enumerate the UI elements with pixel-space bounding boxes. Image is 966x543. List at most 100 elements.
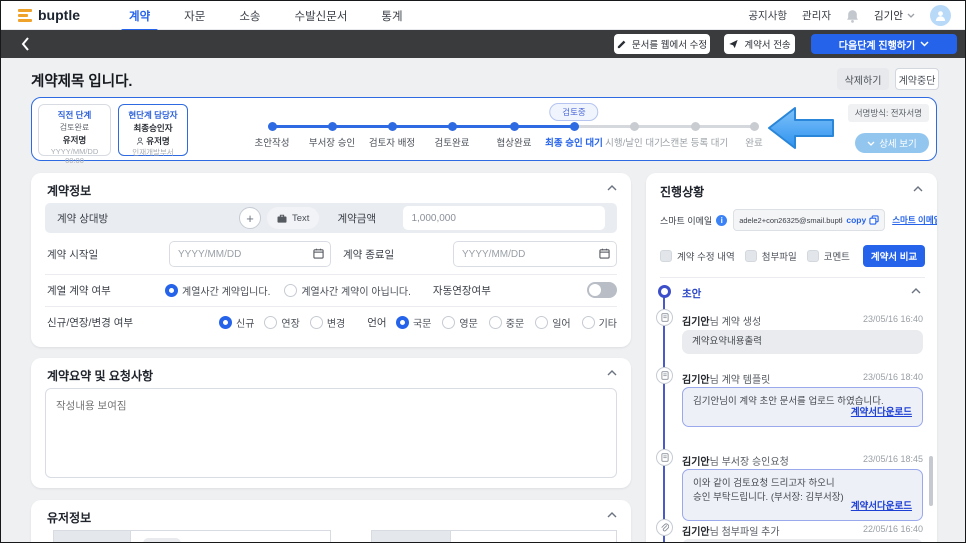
radio-label[interactable]: 계열사간 계약입니다. xyxy=(182,283,270,298)
radio-unselected[interactable] xyxy=(284,283,298,297)
delete-button[interactable]: 삭제하기 xyxy=(837,68,889,90)
collapse-icon[interactable] xyxy=(607,370,617,376)
affiliate-no-radio[interactable]: 계열사간 계약이 아닙니다. xyxy=(284,283,411,298)
detail-view-button[interactable]: 상세 보기 xyxy=(855,133,929,153)
nav-item-correspondence[interactable]: 수발신문서 xyxy=(293,1,350,32)
lang-korean-radio[interactable]: 국문 xyxy=(395,315,431,330)
summary-card: 계약요약 및 요청사항 xyxy=(31,358,631,488)
page-title: 계약제목 입니다. xyxy=(31,74,133,90)
calendar-icon[interactable] xyxy=(313,248,324,259)
party-tag-chip[interactable]: Text xyxy=(267,207,320,229)
lang-other-radio[interactable]: 기타 xyxy=(581,315,617,330)
radio-label[interactable]: 기타 xyxy=(599,315,617,330)
checkbox-label[interactable]: 코멘트 xyxy=(824,249,850,263)
nav-item-label: 소송 xyxy=(239,10,261,23)
radio-unselected[interactable] xyxy=(264,315,278,329)
stepper-track-done xyxy=(272,125,574,128)
timeline-note xyxy=(682,539,923,542)
actor-name: 김기안 xyxy=(682,375,710,386)
smart-email-view-link[interactable]: 스마트 이메일 보기 xyxy=(892,214,937,226)
next-step-label: 다음단계 진행하기 xyxy=(838,40,916,52)
end-date-input[interactable] xyxy=(453,241,617,267)
back-icon[interactable] xyxy=(21,37,30,51)
radio-label[interactable]: 변경 xyxy=(327,315,345,330)
radio-selected[interactable] xyxy=(165,283,178,297)
copy-icon[interactable] xyxy=(869,215,879,225)
add-party-button[interactable]: + xyxy=(239,207,261,229)
user-info-card: 유저정보 xyxy=(31,500,631,542)
checkbox[interactable] xyxy=(744,250,757,262)
user-menu[interactable]: 김기안 xyxy=(874,8,915,23)
admin-link[interactable]: 관리자 xyxy=(802,8,831,23)
radio-unselected[interactable] xyxy=(581,315,595,329)
timeline-note: 이와 같이 검토요청 드리고자 하오니 승인 부탁드립니다. (부서장: 김부서… xyxy=(682,469,923,521)
collapse-icon[interactable] xyxy=(913,186,923,192)
calendar-icon[interactable] xyxy=(599,248,610,259)
abort-contract-button[interactable]: 계약중단 xyxy=(895,68,939,90)
collapse-icon[interactable] xyxy=(911,288,921,294)
edit-document-label: 문서를 웹에서 수정 xyxy=(631,40,708,51)
copy-button[interactable]: copy xyxy=(846,215,866,225)
lang-chinese-radio[interactable]: 중문 xyxy=(488,315,524,330)
logo-text: buptle xyxy=(38,7,80,23)
filter-modifications[interactable]: 계약 수정 내역 xyxy=(660,249,735,263)
radio-selected[interactable] xyxy=(395,315,409,329)
type-new-radio[interactable]: 신규 xyxy=(219,315,254,330)
scrollbar-thumb[interactable] xyxy=(929,456,933,506)
type-change-radio[interactable]: 변경 xyxy=(309,315,345,330)
contract-download-link[interactable]: 계약서다운로드 xyxy=(851,406,912,420)
contract-download-link[interactable]: 계약서다운로드 xyxy=(851,500,912,514)
filter-attachments[interactable]: 첨부파일 xyxy=(744,249,797,263)
radio-unselected[interactable] xyxy=(309,315,323,329)
radio-label[interactable]: 일어 xyxy=(552,315,570,330)
lang-english-radio[interactable]: 영문 xyxy=(442,315,478,330)
checkbox[interactable] xyxy=(806,250,819,262)
affiliate-yes-radio[interactable]: 계열사간 계약입니다. xyxy=(165,283,270,298)
document-icon xyxy=(656,309,673,326)
actor-name: 김기안 xyxy=(682,317,710,328)
compare-contracts-button[interactable]: 계약서 비교 xyxy=(863,245,925,267)
logo[interactable]: buptle xyxy=(18,7,80,23)
amount-input[interactable] xyxy=(403,206,605,230)
edit-document-button[interactable]: 문서를 웹에서 수정 xyxy=(614,34,710,54)
radio-unselected[interactable] xyxy=(535,315,549,329)
summary-textarea[interactable] xyxy=(45,388,617,478)
checkbox[interactable] xyxy=(660,250,672,262)
info-icon[interactable]: i xyxy=(716,214,728,226)
radio-label[interactable]: 영문 xyxy=(459,315,477,330)
type-extend-radio[interactable]: 연장 xyxy=(264,315,300,330)
collapse-icon[interactable] xyxy=(607,512,617,518)
auto-renew-toggle[interactable] xyxy=(587,282,617,298)
step-label: 검토완료 xyxy=(434,138,470,149)
filter-comments[interactable]: 코멘트 xyxy=(806,249,850,263)
next-step-button[interactable]: 다음단계 진행하기 xyxy=(811,34,957,54)
nav-item-statistics[interactable]: 통계 xyxy=(379,1,404,32)
nav-item-contract[interactable]: 계약 xyxy=(121,1,159,32)
collapse-icon[interactable] xyxy=(607,185,617,191)
send-contract-button[interactable]: 계약서 전송 xyxy=(724,34,795,54)
start-date-input[interactable] xyxy=(169,241,331,267)
avatar[interactable] xyxy=(930,5,951,26)
radio-label[interactable]: 중문 xyxy=(506,315,524,330)
radio-label[interactable]: 신규 xyxy=(236,315,254,330)
summary-title: 계약요약 및 요청사항 xyxy=(47,369,154,383)
abort-label: 계약중단 xyxy=(898,75,936,87)
bell-icon[interactable] xyxy=(846,9,859,23)
radio-label[interactable]: 계열사간 계약이 아닙니다. xyxy=(301,283,411,298)
notice-link[interactable]: 공지사항 xyxy=(748,8,787,23)
radio-unselected[interactable] xyxy=(488,315,502,329)
radio-label[interactable]: 연장 xyxy=(281,315,299,330)
checkbox-label[interactable]: 첨부파일 xyxy=(762,249,797,263)
radio-unselected[interactable] xyxy=(442,315,456,329)
step-dot xyxy=(267,122,277,131)
radio-selected[interactable] xyxy=(219,315,232,329)
compare-label: 계약서 비교 xyxy=(870,252,918,263)
nav-item-label: 수발신문서 xyxy=(294,10,348,23)
radio-label[interactable]: 국문 xyxy=(413,315,431,330)
nav-item-advice[interactable]: 자문 xyxy=(182,1,207,32)
checkbox-label[interactable]: 계약 수정 내역 xyxy=(677,249,735,263)
send-contract-label: 계약서 전송 xyxy=(744,40,791,51)
user-info-value-cell xyxy=(131,530,331,542)
lang-japanese-radio[interactable]: 일어 xyxy=(535,315,571,330)
nav-item-lawsuit[interactable]: 소송 xyxy=(237,1,262,32)
